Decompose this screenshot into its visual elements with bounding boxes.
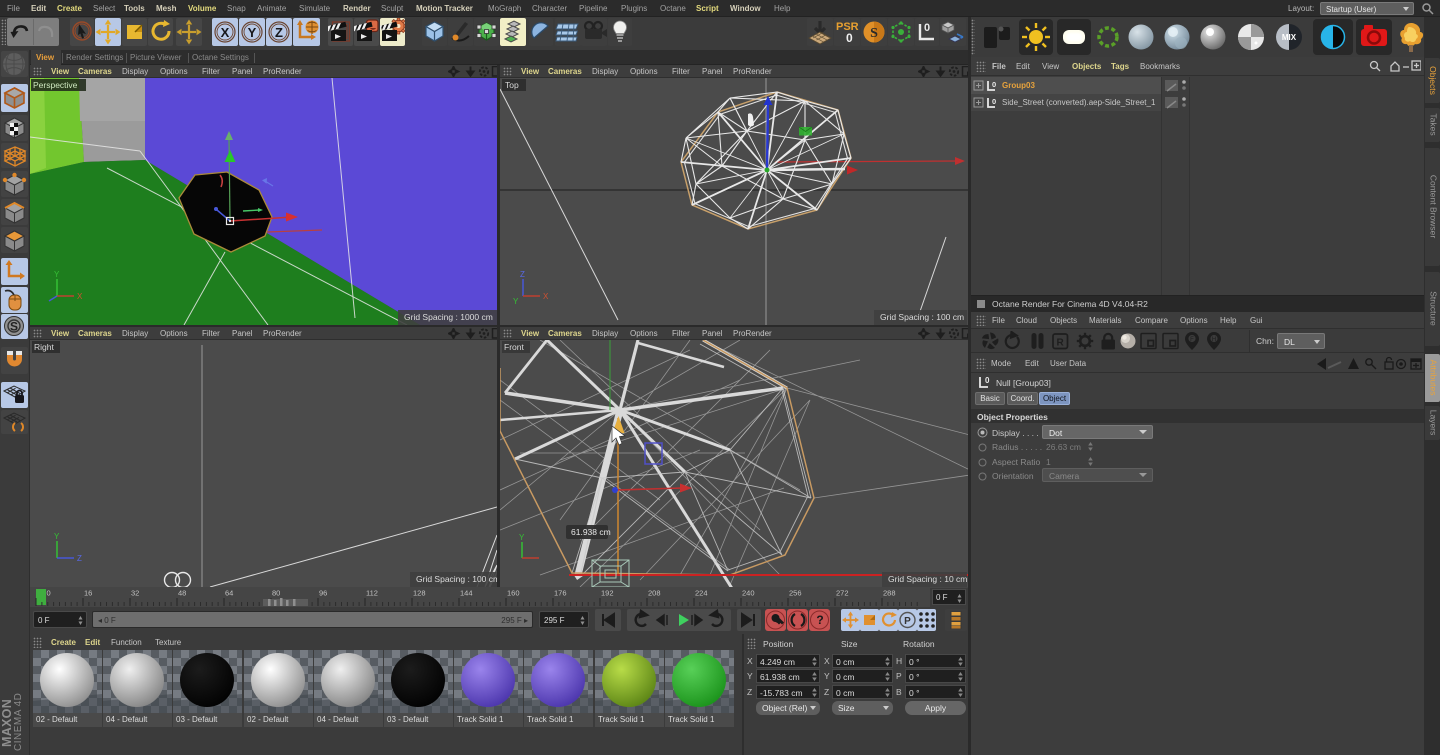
svg-text:61.938 cm: 61.938 cm <box>571 527 611 537</box>
svg-text:Grid Spacing : 100 cm: Grid Spacing : 100 cm <box>416 574 497 584</box>
svg-text:Perspective: Perspective <box>33 80 78 90</box>
svg-text:192: 192 <box>601 589 614 598</box>
svg-text:240: 240 <box>742 589 755 598</box>
svg-text:256: 256 <box>789 589 802 598</box>
svg-text:S: S <box>10 320 18 334</box>
svg-text:?: ? <box>816 613 823 627</box>
svg-text:128: 128 <box>413 589 426 598</box>
svg-text:0: 0 <box>985 376 990 385</box>
svg-text:X: X <box>77 292 83 301</box>
svg-text:288: 288 <box>883 589 896 598</box>
svg-text:208: 208 <box>648 589 661 598</box>
svg-text:0: 0 <box>924 22 930 34</box>
svg-text:96: 96 <box>319 589 327 598</box>
svg-text:Z: Z <box>275 25 283 40</box>
svg-text:224: 224 <box>695 589 708 598</box>
svg-text:0: 0 <box>47 589 51 598</box>
svg-text:P: P <box>904 616 911 627</box>
svg-text:64: 64 <box>225 589 233 598</box>
svg-text:0: 0 <box>992 80 996 89</box>
svg-text:272: 272 <box>836 589 849 598</box>
svg-text:0: 0 <box>846 31 853 45</box>
svg-text:Grid Spacing : 10 cm: Grid Spacing : 10 cm <box>888 574 967 584</box>
svg-text:F: F <box>1190 337 1194 343</box>
svg-text:Y: Y <box>513 297 519 306</box>
svg-text:176: 176 <box>554 589 567 598</box>
svg-text:MIX: MIX <box>1282 33 1297 42</box>
svg-text:R: R <box>1057 338 1065 349</box>
svg-text:48: 48 <box>178 589 186 598</box>
svg-text:X: X <box>221 25 230 40</box>
svg-text:Right: Right <box>34 342 54 352</box>
svg-text:H: H <box>1212 337 1216 343</box>
svg-text:16: 16 <box>84 589 92 598</box>
svg-text:112: 112 <box>366 589 378 598</box>
svg-text:S: S <box>870 26 878 41</box>
svg-text:Y: Y <box>248 25 257 40</box>
svg-text:Z: Z <box>77 554 82 563</box>
svg-text:144: 144 <box>460 589 473 598</box>
svg-text:Top: Top <box>505 80 519 90</box>
svg-text:80: 80 <box>272 589 280 598</box>
svg-text:Front: Front <box>504 342 524 352</box>
svg-text:Grid Spacing : 100 cm: Grid Spacing : 100 cm <box>880 312 964 322</box>
svg-text:Grid Spacing : 1000 cm: Grid Spacing : 1000 cm <box>404 312 493 322</box>
svg-text:32: 32 <box>131 589 139 598</box>
svg-text:Y: Y <box>54 532 60 541</box>
svg-text:X: X <box>543 292 549 301</box>
svg-text:Y: Y <box>54 270 60 279</box>
svg-text:Y: Y <box>519 533 525 542</box>
svg-text:Z: Z <box>520 270 525 279</box>
svg-text:160: 160 <box>507 589 520 598</box>
svg-text:0: 0 <box>992 97 996 106</box>
